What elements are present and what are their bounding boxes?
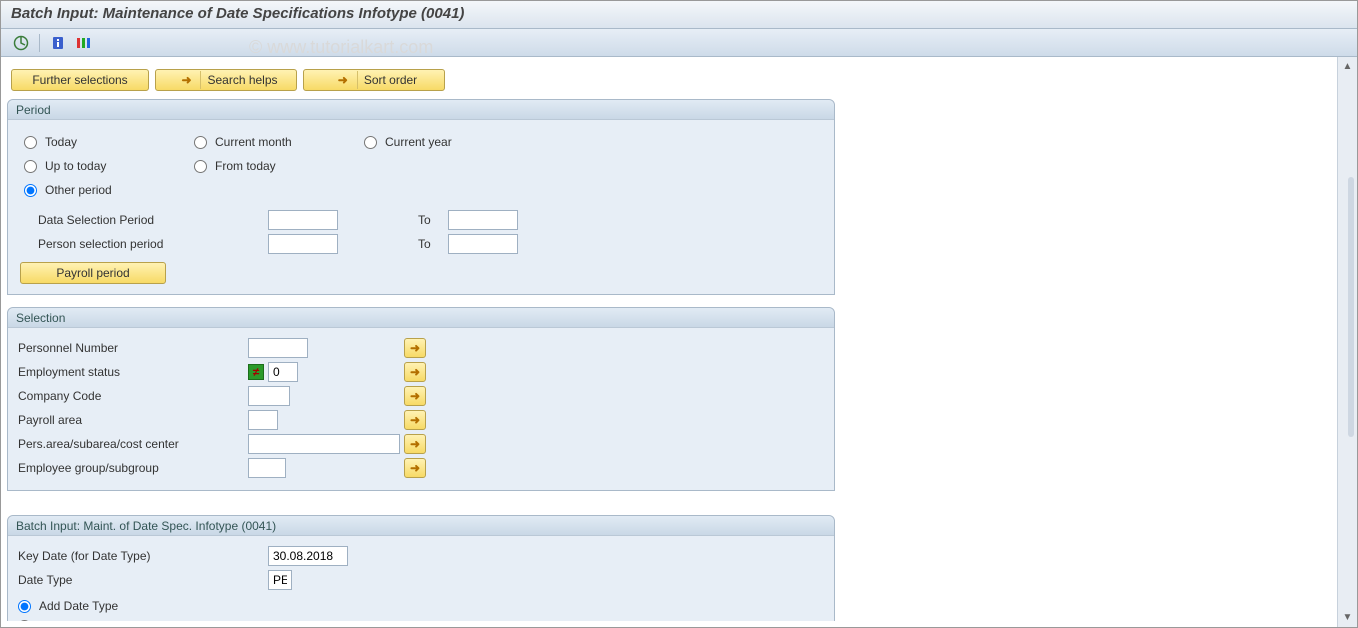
input-employee-group[interactable]: [248, 458, 286, 478]
group-selection: Selection Personnel Number ➜ Employment …: [7, 307, 835, 491]
label-person-selection-period: Person selection period: [38, 237, 268, 251]
multi-select-button[interactable]: ➜: [404, 338, 426, 358]
label-data-selection-period: Data Selection Period: [38, 213, 268, 227]
further-selections-button[interactable]: Further selections: [11, 69, 149, 91]
label-employee-group: Employee group/subgroup: [18, 461, 248, 475]
input-key-date[interactable]: [268, 546, 348, 566]
label-pers-area: Pers.area/subarea/cost center: [18, 437, 248, 451]
radio-label: Current year: [385, 135, 452, 149]
scroll-handle[interactable]: [1348, 177, 1354, 437]
abc-icon[interactable]: [74, 33, 94, 53]
input-personnel-number[interactable]: [248, 338, 308, 358]
label-employment-status: Employment status: [18, 365, 248, 379]
arrow-right-icon: ➜: [335, 73, 351, 87]
toolbar-divider: [39, 34, 40, 52]
button-separator: [200, 71, 201, 89]
radio-from-today[interactable]: From today: [194, 156, 364, 176]
not-equal-icon[interactable]: ≠: [248, 364, 264, 380]
scroll-up-icon[interactable]: ▲: [1343, 61, 1353, 72]
input-person-selection-to[interactable]: [448, 234, 518, 254]
multi-select-button[interactable]: ➜: [404, 362, 426, 382]
input-data-selection-from[interactable]: [268, 210, 338, 230]
button-label: Sort order: [364, 73, 417, 87]
label-date-type: Date Type: [18, 573, 268, 587]
search-helps-button[interactable]: ➜ Search helps: [155, 69, 297, 91]
button-label: Payroll period: [56, 266, 129, 280]
input-payroll-area[interactable]: [248, 410, 278, 430]
radio-label: Remove Date Type: [39, 619, 142, 621]
radio-label: Add Date Type: [39, 599, 118, 613]
radio-label: Today: [45, 135, 77, 149]
multi-select-button[interactable]: ➜: [404, 458, 426, 478]
button-separator: [357, 71, 358, 89]
primary-toolbar: [1, 29, 1357, 57]
radio-label: Up to today: [45, 159, 106, 173]
button-label: Further selections: [32, 73, 127, 87]
arrow-right-icon: ➜: [178, 73, 194, 87]
info-icon[interactable]: [48, 33, 68, 53]
label-personnel-number: Personnel Number: [18, 341, 248, 355]
sort-order-button[interactable]: ➜ Sort order: [303, 69, 445, 91]
input-pers-area[interactable]: [248, 434, 400, 454]
radio-today[interactable]: Today: [24, 132, 194, 152]
radio-label: Current month: [215, 135, 292, 149]
input-date-type[interactable]: [268, 570, 292, 590]
multi-select-button[interactable]: ➜: [404, 386, 426, 406]
input-person-selection-from[interactable]: [268, 234, 338, 254]
label-key-date: Key Date (for Date Type): [18, 549, 268, 563]
radio-label: From today: [215, 159, 276, 173]
input-company-code[interactable]: [248, 386, 290, 406]
group-title-batch: Batch Input: Maint. of Date Spec. Infoty…: [8, 516, 834, 536]
radio-add-date-type[interactable]: Add Date Type: [18, 596, 824, 616]
execute-icon[interactable]: [11, 33, 31, 53]
radio-other-period[interactable]: Other period: [24, 180, 194, 200]
radio-current-year[interactable]: Current year: [364, 132, 534, 152]
label-payroll-area: Payroll area: [18, 413, 248, 427]
title-text: Batch Input: Maintenance of Date Specifi…: [11, 5, 464, 22]
scrollbar-vertical[interactable]: ▲ ▼: [1337, 57, 1357, 627]
radio-remove-date-type[interactable]: Remove Date Type: [18, 616, 824, 621]
button-label: Search helps: [207, 73, 277, 87]
label-to: To: [418, 237, 448, 251]
label-company-code: Company Code: [18, 389, 248, 403]
group-batch-input: Batch Input: Maint. of Date Spec. Infoty…: [7, 515, 835, 621]
group-title-period: Period: [8, 100, 834, 120]
multi-select-button[interactable]: ➜: [404, 434, 426, 454]
multi-select-button[interactable]: ➜: [404, 410, 426, 430]
selection-button-row: Further selections ➜ Search helps ➜ Sort…: [7, 63, 1335, 99]
radio-up-to-today[interactable]: Up to today: [24, 156, 194, 176]
payroll-period-button[interactable]: Payroll period: [20, 262, 166, 284]
label-to: To: [418, 213, 448, 227]
group-title-selection: Selection: [8, 308, 834, 328]
input-employment-status[interactable]: [268, 362, 298, 382]
scroll-down-icon[interactable]: ▼: [1343, 612, 1353, 623]
group-period: Period Today Current month Current year …: [7, 99, 835, 295]
radio-label: Other period: [45, 183, 112, 197]
radio-current-month[interactable]: Current month: [194, 132, 364, 152]
page-title: Batch Input: Maintenance of Date Specifi…: [1, 1, 1357, 29]
input-data-selection-to[interactable]: [448, 210, 518, 230]
